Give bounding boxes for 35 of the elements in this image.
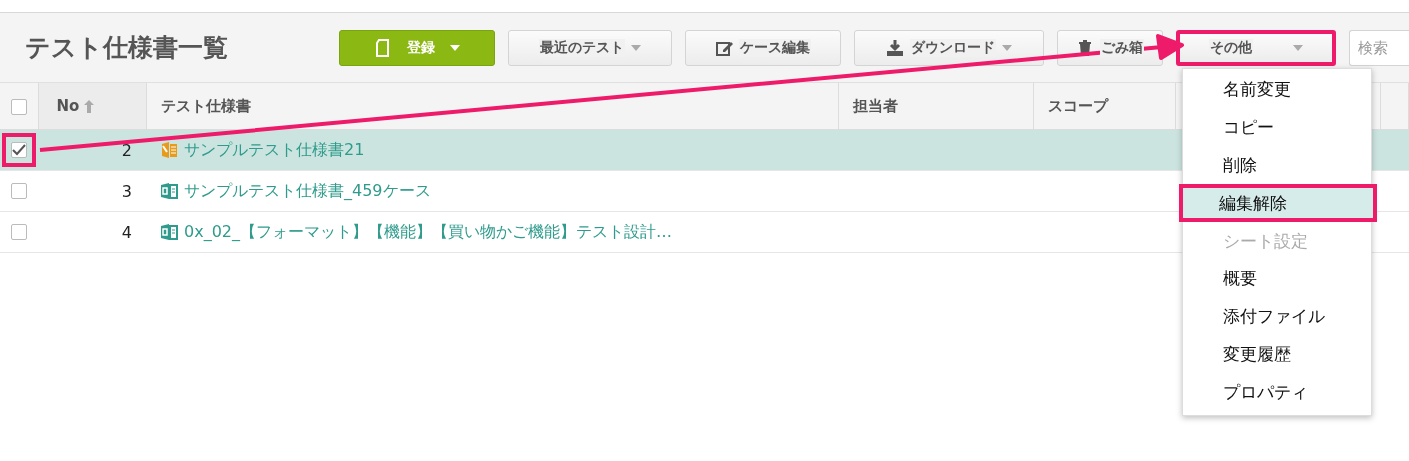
caret-icon	[450, 44, 460, 51]
row-number: 4	[38, 211, 146, 253]
checkbox[interactable]	[11, 183, 27, 199]
toolbar-button[interactable]: ごみ箱	[1057, 29, 1163, 66]
caret-icon	[1002, 44, 1012, 51]
menu-item[interactable]: 名前変更	[1183, 71, 1371, 109]
column-header[interactable]: 担当者	[838, 83, 1033, 130]
menu-item[interactable]: プロパティ	[1183, 373, 1371, 412]
row-number: 3	[38, 170, 146, 212]
column-header[interactable]: No	[38, 83, 146, 130]
checkbox[interactable]	[11, 142, 27, 158]
spec-link[interactable]: 0x_02_【フォーマット】【機能】【買い物かご機能】テスト設計…	[184, 221, 672, 243]
menu-item[interactable]: 添付ファイル	[1183, 297, 1371, 336]
menu-item[interactable]: 変更履歴	[1183, 335, 1371, 374]
column-header[interactable]: テスト仕様書	[146, 83, 838, 130]
download-icon	[886, 38, 904, 57]
page-title: テスト仕様書一覧	[25, 32, 229, 64]
menu-item[interactable]: 削除	[1183, 146, 1371, 185]
spec-link[interactable]: サンプルテスト仕様書_459ケース	[184, 180, 431, 202]
toolbar-button[interactable]: ダウンロード	[854, 29, 1044, 66]
caret-icon	[1293, 44, 1303, 51]
column-header[interactable]: スコープ	[1033, 83, 1175, 130]
menu-item[interactable]: 編集解除	[1179, 184, 1377, 223]
check-icon	[12, 144, 26, 156]
checkbox[interactable]	[10, 98, 27, 115]
sort-arrow-icon	[83, 99, 96, 113]
toolbar-button[interactable]: 最近のテスト	[508, 29, 672, 66]
menu-item[interactable]: 概要	[1183, 260, 1371, 298]
checkbox[interactable]	[11, 224, 27, 240]
search-field[interactable]: 検索	[1349, 29, 1409, 66]
toolbar-button[interactable]: ケース編集	[685, 29, 841, 66]
menu-item[interactable]: コピー	[1183, 108, 1371, 147]
toolbar-button[interactable]: その他	[1176, 29, 1336, 66]
caret-icon	[631, 44, 641, 51]
document-icon	[374, 38, 392, 57]
